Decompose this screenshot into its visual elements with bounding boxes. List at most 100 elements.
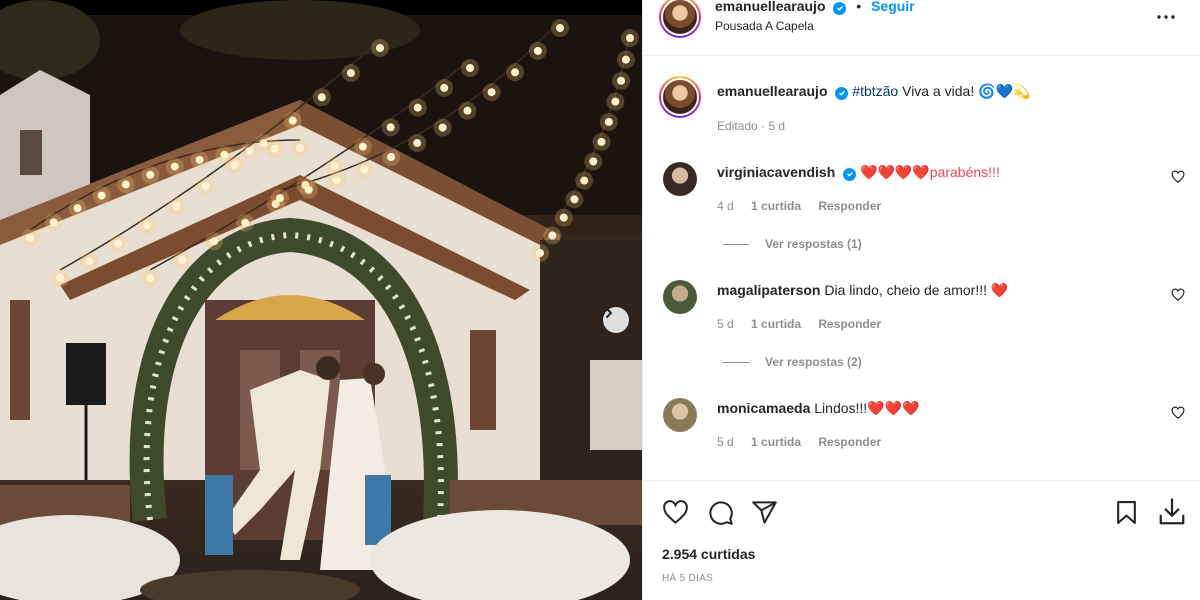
verified-badge-icon — [835, 86, 849, 100]
comment-username[interactable]: virginiacavendish — [717, 164, 835, 180]
comment-text: Lindos!!!❤️❤️❤️ — [814, 400, 920, 416]
string-light-bulb — [195, 155, 204, 164]
string-light-bulb — [466, 64, 474, 72]
string-light-bulb — [589, 157, 598, 166]
string-light-bulb — [413, 139, 422, 148]
caption-meta: Editado · 5 d — [717, 119, 786, 133]
view-replies-button[interactable]: Ver respostas (2) — [723, 355, 862, 369]
string-light-bulb — [621, 55, 630, 64]
string-light-bulb — [330, 161, 339, 170]
replies-line — [723, 361, 749, 363]
string-light-bulb — [358, 142, 367, 151]
string-light-bulb — [143, 221, 152, 230]
caption-username[interactable]: emanuellearaujo — [717, 83, 828, 99]
post-photo — [0, 0, 642, 600]
comment-like-heart-icon[interactable] — [1171, 170, 1185, 184]
author-username[interactable]: emanuellearaujo — [715, 0, 826, 14]
string-light-bulb — [172, 201, 181, 210]
author-avatar[interactable] — [659, 0, 701, 38]
comment-text: Dia lindo, cheio de amor!!! ❤️ — [824, 282, 1009, 298]
follow-button[interactable]: Seguir — [871, 0, 915, 14]
string-light-bulb — [178, 255, 187, 264]
string-light-bulb — [288, 116, 297, 125]
string-light-bulb — [626, 34, 634, 42]
comment-username[interactable]: magalipaterson — [717, 282, 820, 298]
string-light-bulb — [201, 181, 210, 190]
string-light-bulb — [617, 76, 626, 85]
view-replies-label: Ver respostas (1) — [765, 237, 862, 251]
string-light-bulb — [220, 150, 229, 159]
wedding-scene-illustration — [0, 0, 642, 600]
string-light-bulb — [440, 83, 449, 92]
comment-text: ❤️❤️❤️❤️parabéns!!! — [860, 164, 1000, 180]
string-light-bulb — [360, 165, 369, 174]
string-light-bulb — [536, 249, 544, 257]
string-light-bulb — [241, 218, 250, 227]
comment-like-heart-icon[interactable] — [1171, 288, 1185, 302]
string-light-bulb — [332, 176, 341, 185]
string-light-bulb — [85, 257, 94, 266]
caption-hashtag[interactable]: #tbtzão — [852, 83, 898, 99]
string-light-bulb — [386, 123, 395, 132]
likes-count[interactable]: 2.954 curtidas — [662, 546, 755, 562]
comment-likes[interactable]: 1 curtida — [751, 317, 801, 331]
post-side-panel: emanuellearaujo • Seguir Pousada A Capel… — [642, 0, 1200, 600]
commenter-avatar[interactable] — [663, 280, 697, 314]
string-light-bulb — [559, 213, 568, 222]
string-light-bulb — [556, 24, 564, 32]
verified-badge-icon — [833, 1, 847, 15]
string-light-bulb — [304, 185, 313, 194]
string-light-bulb — [597, 137, 606, 146]
string-light-bulb — [387, 153, 396, 162]
string-light-bulb — [604, 117, 613, 126]
heart-outline-icon[interactable] — [662, 499, 689, 526]
string-light-bulb — [276, 194, 284, 202]
replies-line — [723, 243, 749, 245]
comment-likes[interactable]: 1 curtida — [751, 435, 801, 449]
comment-username[interactable]: monicamaeda — [717, 400, 810, 416]
string-light-bulb — [570, 195, 579, 204]
string-light-bulb — [121, 180, 130, 189]
comment-age: 5 d — [717, 317, 734, 331]
carousel-next-button[interactable] — [603, 307, 629, 333]
bookmark-icon[interactable] — [1114, 499, 1139, 526]
view-replies-label: Ver respostas (2) — [765, 355, 862, 369]
comment-bubble-icon[interactable] — [707, 499, 734, 526]
caption-avatar[interactable] — [659, 76, 701, 118]
post-date: HÁ 5 DIAS — [662, 573, 714, 584]
commenter-avatar[interactable] — [663, 398, 697, 432]
reply-button[interactable]: Responder — [818, 199, 881, 213]
string-light-bulb — [376, 44, 384, 52]
string-light-bulb — [438, 123, 447, 132]
string-light-bulb — [533, 46, 542, 55]
commenter-avatar[interactable] — [663, 162, 697, 196]
string-light-bulb — [296, 144, 304, 152]
reply-button[interactable]: Responder — [818, 317, 881, 331]
more-horizontal-icon[interactable] — [1154, 5, 1178, 29]
string-light-bulb — [548, 231, 557, 240]
post-action-bar: 2.954 curtidas HÁ 5 DIAS — [643, 480, 1200, 600]
string-light-bulb — [487, 88, 496, 97]
caption-text: Viva a vida! 🌀💙💫 — [898, 83, 1031, 99]
paper-plane-icon[interactable] — [751, 499, 778, 526]
comment-age: 5 d — [717, 435, 734, 449]
reply-button[interactable]: Responder — [818, 435, 881, 449]
view-replies-button[interactable]: Ver respostas (1) — [723, 237, 862, 251]
string-light-bulb — [413, 103, 422, 112]
string-light-bulb — [511, 68, 520, 77]
post-location[interactable]: Pousada A Capela — [715, 19, 814, 33]
string-light-bulb — [56, 274, 64, 282]
string-light-bulb — [230, 160, 239, 169]
download-icon[interactable] — [1157, 497, 1187, 527]
chevron-right-icon — [606, 308, 612, 318]
post-header: emanuellearaujo • Seguir Pousada A Capel… — [643, 0, 1200, 56]
string-light-bulb — [611, 97, 620, 106]
string-light-bulb — [463, 106, 472, 115]
comment-age: 4 d — [717, 199, 734, 213]
string-light-bulb — [346, 69, 355, 78]
string-light-bulb — [317, 93, 326, 102]
comment-like-heart-icon[interactable] — [1171, 406, 1185, 420]
string-light-bulb — [146, 170, 155, 179]
string-light-bulb — [210, 237, 219, 246]
comment-likes[interactable]: 1 curtida — [751, 199, 801, 213]
